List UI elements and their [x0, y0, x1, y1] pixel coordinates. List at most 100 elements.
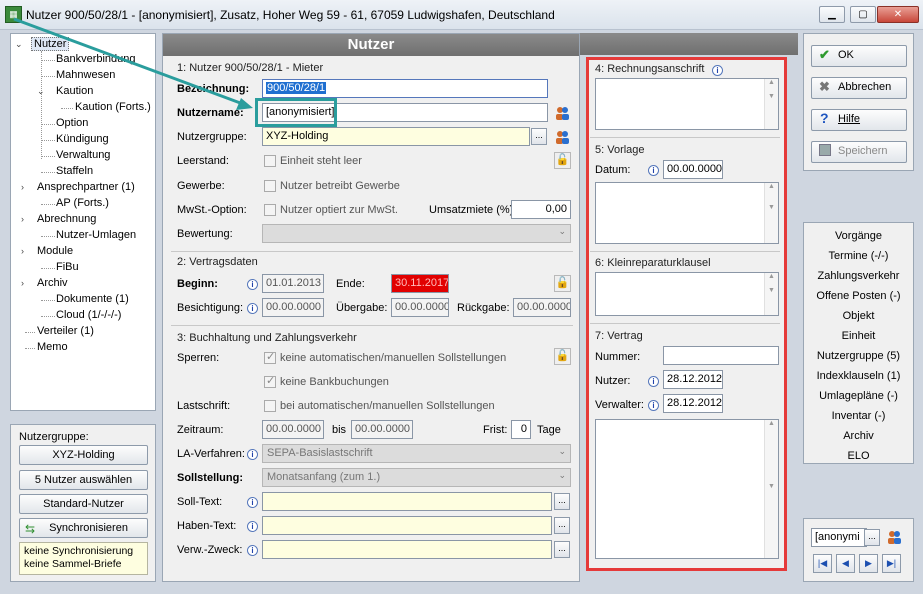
- people-icon[interactable]: [886, 529, 903, 546]
- tree-item-ap-forts[interactable]: AP (Forts.): [56, 197, 109, 209]
- minimize-button[interactable]: ▁: [819, 6, 845, 23]
- link-inventar[interactable]: Inventar (-): [804, 410, 913, 422]
- sperren-bank-checkbox[interactable]: [264, 374, 276, 388]
- tree-item-verteiler[interactable]: Verteiler (1): [37, 325, 94, 337]
- tree-item-option[interactable]: Option: [56, 117, 88, 129]
- link-umlageplaene[interactable]: Umlagepläne (-): [804, 390, 913, 402]
- help-button[interactable]: ? Hilfe: [811, 109, 907, 131]
- mwst-checkbox[interactable]: [264, 204, 276, 216]
- tree-item-abrechnung[interactable]: Abrechnung: [37, 213, 96, 225]
- verw-zweck-field[interactable]: [262, 540, 552, 559]
- rueckgabe-field[interactable]: 00.00.0000: [513, 298, 571, 317]
- nutzergruppe-browse-button[interactable]: ...: [531, 128, 547, 145]
- umsatzmiete-field[interactable]: 0,00: [511, 200, 571, 219]
- la-verfahren-value: SEPA-Basislastschrift: [267, 447, 373, 459]
- soll-text-browse-button[interactable]: ...: [554, 493, 570, 510]
- last-record-icon[interactable]: ▶|: [882, 554, 901, 573]
- sync-button[interactable]: ⇆ Synchronisieren: [19, 518, 148, 538]
- link-zahlungsverkehr[interactable]: Zahlungsverkehr: [804, 270, 913, 282]
- frist-field[interactable]: 0: [511, 420, 531, 439]
- maximize-button[interactable]: ▢: [850, 6, 876, 23]
- link-vorgaenge[interactable]: Vorgänge: [804, 230, 913, 242]
- form-header: Nutzer: [163, 34, 579, 56]
- verw-zweck-browse-button[interactable]: ...: [554, 541, 570, 558]
- tree-item-archiv[interactable]: Archiv: [37, 277, 68, 289]
- tree-item-dokumente[interactable]: Dokumente (1): [56, 293, 129, 305]
- record-field[interactable]: [anonymi: [811, 528, 867, 547]
- tree-item-kaution-forts[interactable]: Kaution (Forts.): [75, 101, 151, 113]
- leerstand-checkbox[interactable]: [264, 155, 276, 167]
- link-indexklauseln[interactable]: Indexklauseln (1): [804, 370, 913, 382]
- first-record-icon[interactable]: |◀: [813, 554, 832, 573]
- link-objekt[interactable]: Objekt: [804, 310, 913, 322]
- beginn-field[interactable]: 01.01.2013: [262, 274, 324, 293]
- link-nutzergruppe[interactable]: Nutzergruppe (5): [804, 350, 913, 362]
- standard-user-button[interactable]: Standard-Nutzer: [19, 494, 148, 514]
- haben-text-field[interactable]: [262, 516, 552, 535]
- nutzergruppe-field[interactable]: XYZ-Holding: [262, 127, 530, 146]
- info-icon[interactable]: i: [247, 497, 258, 508]
- collapse-icon[interactable]: ⌄: [15, 39, 23, 50]
- tree-item-module[interactable]: Module: [37, 245, 73, 257]
- expand-icon[interactable]: ›: [21, 246, 24, 256]
- ende-field[interactable]: 30.11.2017: [391, 274, 449, 293]
- next-record-icon[interactable]: ▶: [859, 554, 878, 573]
- people-icon[interactable]: [554, 105, 571, 122]
- ok-button[interactable]: ✔ OK: [811, 45, 907, 67]
- group-holding-button[interactable]: XYZ-Holding: [19, 445, 148, 465]
- select-users-button[interactable]: 5 Nutzer auswählen: [19, 470, 148, 490]
- link-einheit[interactable]: Einheit: [804, 330, 913, 342]
- tree-item-fibu[interactable]: FiBu: [56, 261, 79, 273]
- save-button[interactable]: Speichern: [811, 141, 907, 163]
- soll-text-field[interactable]: [262, 492, 552, 511]
- link-elo[interactable]: ELO: [804, 450, 913, 462]
- gewerbe-checkbox[interactable]: [264, 180, 276, 192]
- soll-text-label: Soll-Text:: [177, 496, 223, 508]
- zeitraum-to-field[interactable]: 00.00.0000: [351, 420, 413, 439]
- info-icon[interactable]: i: [247, 279, 258, 290]
- la-verfahren-select[interactable]: SEPA-Basislastschrift ⌄: [262, 444, 571, 463]
- zeitraum-from-field[interactable]: 00.00.0000: [262, 420, 324, 439]
- record-browse-button[interactable]: ...: [864, 529, 880, 546]
- besichtigung-field[interactable]: 00.00.0000: [262, 298, 324, 317]
- uebergabe-field[interactable]: 00.00.0000: [391, 298, 449, 317]
- collapse-icon[interactable]: ⌄: [37, 86, 45, 97]
- link-offene-posten[interactable]: Offene Posten (-): [804, 290, 913, 302]
- lock-icon[interactable]: 🔓: [554, 275, 571, 292]
- tree-item-bankverbindung[interactable]: Bankverbindung: [56, 53, 136, 65]
- sollstellung-select[interactable]: Monatsanfang (zum 1.) ⌄: [262, 468, 571, 487]
- tree-item-verwaltung[interactable]: Verwaltung: [56, 149, 110, 161]
- bezeichnung-field[interactable]: 900/50/28/1: [262, 79, 548, 98]
- sperren-sollstellungen-checkbox[interactable]: [264, 350, 276, 364]
- link-archiv[interactable]: Archiv: [804, 430, 913, 442]
- info-icon[interactable]: i: [247, 303, 258, 314]
- tree-item-nutzer-umlagen[interactable]: Nutzer-Umlagen: [56, 229, 136, 241]
- tree-item-kuendigung[interactable]: Kündigung: [56, 133, 109, 145]
- haben-text-browse-button[interactable]: ...: [554, 517, 570, 534]
- beginn-label: Beginn:: [177, 278, 218, 290]
- bewertung-select[interactable]: ⌄: [262, 224, 571, 243]
- link-termine[interactable]: Termine (-/-): [804, 250, 913, 262]
- previous-record-icon[interactable]: ◀: [836, 554, 855, 573]
- close-button[interactable]: ✕: [877, 6, 919, 23]
- tree-item-staffeln[interactable]: Staffeln: [56, 165, 93, 177]
- cancel-button[interactable]: ✖ Abbrechen: [811, 77, 907, 99]
- tree-item-mahnwesen[interactable]: Mahnwesen: [56, 69, 115, 81]
- tree-item-cloud[interactable]: Cloud (1/-/-/-): [56, 309, 121, 321]
- info-icon[interactable]: i: [247, 521, 258, 532]
- umsatzmiete-label: Umsatzmiete (%):: [429, 204, 517, 216]
- lock-icon[interactable]: 🔓: [554, 152, 571, 169]
- expand-icon[interactable]: ›: [21, 278, 24, 288]
- lastschrift-checkbox[interactable]: [264, 400, 276, 412]
- tree-item-ansprechpartner[interactable]: Ansprechpartner (1): [37, 181, 135, 193]
- people-icon[interactable]: [554, 129, 571, 146]
- lock-icon[interactable]: 🔓: [554, 348, 571, 365]
- info-icon[interactable]: i: [247, 545, 258, 556]
- checkmark-icon: ✔: [819, 47, 830, 62]
- tree-item-memo[interactable]: Memo: [37, 341, 68, 353]
- info-icon[interactable]: i: [247, 449, 258, 460]
- expand-icon[interactable]: ›: [21, 214, 24, 224]
- tree-item-nutzer[interactable]: Nutzer: [31, 37, 70, 51]
- expand-icon[interactable]: ›: [21, 182, 24, 192]
- tree-item-kaution[interactable]: Kaution: [56, 85, 93, 97]
